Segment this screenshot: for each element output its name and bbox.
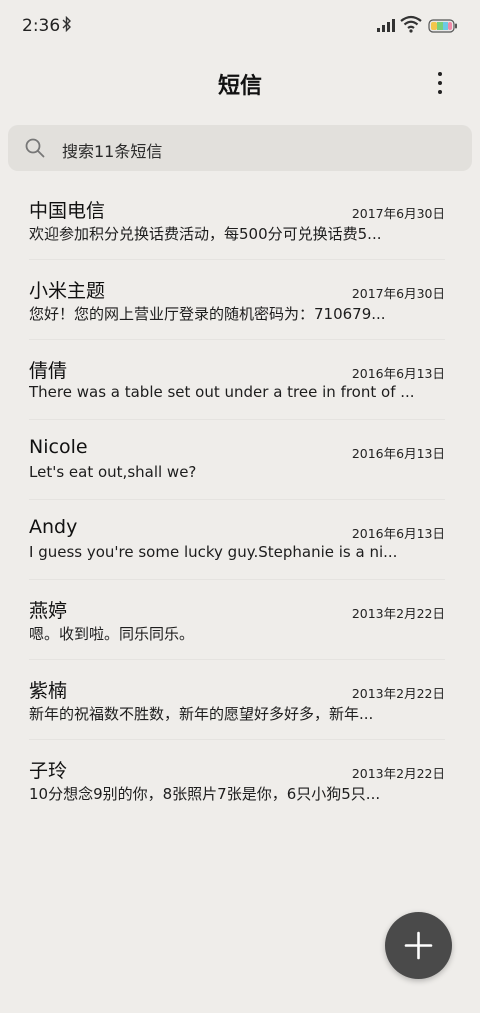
message-list: 中国电信 2017年6月30日 欢迎参加积分兑换话费活动，每500分可兑换话费5… (0, 180, 480, 820)
message-sender: 倩倩 (29, 360, 68, 382)
list-item[interactable]: 中国电信 2017年6月30日 欢迎参加积分兑换话费活动，每500分可兑换话费5… (0, 180, 480, 260)
message-preview: 欢迎参加积分兑换话费活动，每500分可兑换话费5... (29, 225, 382, 243)
message-preview: 您好！您的网上营业厅登录的随机密码为：710679... (29, 305, 386, 323)
message-sender: 中国电信 (29, 200, 106, 222)
search-placeholder: 搜索11条短信 (62, 142, 163, 161)
message-sender: 小米主题 (29, 280, 106, 302)
more-vertical-icon (438, 90, 442, 94)
more-options-button[interactable] (424, 66, 456, 100)
battery-icon (428, 18, 458, 33)
more-vertical-icon (438, 72, 442, 76)
message-date: 2017年6月30日 (351, 206, 445, 221)
bluetooth-icon (62, 15, 72, 36)
message-date: 2013年2月22日 (351, 766, 445, 781)
message-date: 2016年6月13日 (351, 446, 445, 461)
search-input[interactable]: 搜索11条短信 (8, 125, 472, 171)
message-preview: There was a table set out under a tree i… (29, 383, 415, 401)
new-message-button[interactable] (385, 912, 452, 979)
page-title: 短信 (217, 74, 262, 99)
message-sender: 燕婷 (29, 600, 68, 622)
message-preview: Let's eat out,shall we? (29, 463, 197, 481)
message-sender: Andy (29, 516, 78, 538)
message-sender: Nicole (29, 436, 88, 458)
message-preview: 10分想念9别的你，8张照片7张是你，6只小狗5只... (29, 785, 381, 803)
list-item[interactable]: 紫楠 2013年2月22日 新年的祝福数不胜数，新年的愿望好多好多，新年... (0, 660, 480, 740)
list-item[interactable]: 倩倩 2016年6月13日 There was a table set out … (0, 340, 480, 420)
list-item[interactable]: 燕婷 2013年2月22日 嗯。收到啦。同乐同乐。 (0, 580, 480, 660)
message-preview: 嗯。收到啦。同乐同乐。 (29, 625, 195, 643)
status-bar: 2:36 (0, 0, 480, 52)
message-date: 2016年6月13日 (351, 366, 445, 381)
list-item[interactable]: Andy 2016年6月13日 I guess you're some luck… (0, 500, 480, 580)
message-preview: 新年的祝福数不胜数，新年的愿望好多好多，新年... (29, 705, 374, 723)
message-date: 2013年2月22日 (351, 606, 445, 621)
more-vertical-icon (438, 81, 442, 85)
list-item[interactable]: 子玲 2013年2月22日 10分想念9别的你，8张照片7张是你，6只小狗5只.… (0, 740, 480, 820)
signal-icon (376, 17, 396, 33)
search-icon (24, 137, 46, 159)
status-time: 2:36 (22, 16, 61, 36)
message-date: 2013年2月22日 (351, 686, 445, 701)
message-sender: 子玲 (29, 760, 68, 782)
message-sender: 紫楠 (29, 680, 68, 702)
message-date: 2017年6月30日 (351, 286, 445, 301)
list-item[interactable]: Nicole 2016年6月13日 Let's eat out,shall we… (0, 420, 480, 500)
wifi-icon (400, 15, 422, 33)
message-preview: I guess you're some lucky guy.Stephanie … (29, 543, 398, 561)
message-date: 2016年6月13日 (351, 526, 445, 541)
list-item[interactable]: 小米主题 2017年6月30日 您好！您的网上营业厅登录的随机密码为：71067… (0, 260, 480, 340)
